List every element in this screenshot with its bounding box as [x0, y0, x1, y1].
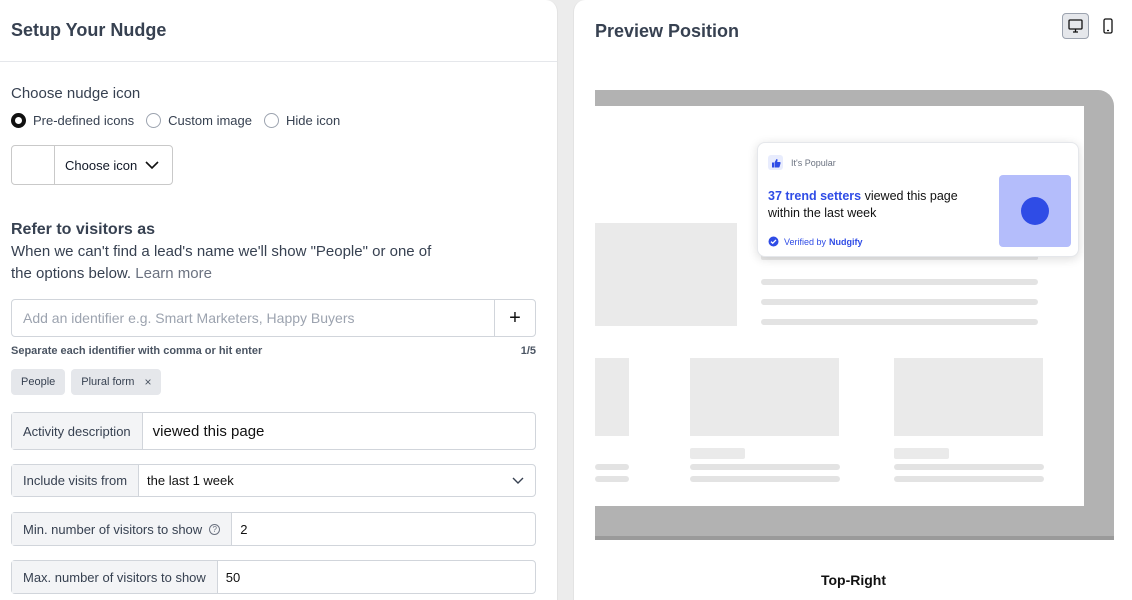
- desktop-view-button[interactable]: [1062, 13, 1089, 39]
- mobile-icon: [1102, 18, 1113, 34]
- identifier-tags: People Plural form ×: [11, 369, 536, 395]
- preview-panel: Preview Position It's Popular 37 trend s…: [573, 0, 1132, 600]
- min-visitors-input[interactable]: 2: [232, 513, 535, 545]
- preview-header: Preview Position: [574, 0, 1132, 62]
- placeholder-card-image: [595, 358, 629, 436]
- placeholder-card-image: [894, 358, 1043, 436]
- include-visits-label: Include visits from: [12, 465, 140, 496]
- placeholder-card-title: [690, 448, 745, 459]
- placeholder-line: [761, 299, 1038, 305]
- placeholder-card-title: [894, 448, 949, 459]
- radio-circle-selected[interactable]: [11, 113, 26, 128]
- tag-label: Plural form: [81, 376, 135, 388]
- nudge-badge: It's Popular: [768, 155, 836, 170]
- check-badge-icon: [768, 236, 779, 247]
- verified-brand: Nudgify: [829, 236, 863, 247]
- choose-icon-dropdown[interactable]: Choose icon: [55, 146, 159, 184]
- position-label: Top-Right: [820, 572, 887, 588]
- chevron-down-icon: [512, 477, 524, 484]
- visitors-section-title: Refer to visitors as: [11, 221, 156, 238]
- learn-more-link[interactable]: Learn more: [135, 265, 212, 282]
- radio-hide-icon[interactable]: Hide icon: [263, 113, 341, 128]
- radio-label: Hide icon: [285, 113, 341, 128]
- radio-label: Pre-defined icons: [33, 113, 135, 128]
- identifier-count: 1/5: [520, 345, 536, 357]
- add-identifier-button[interactable]: +: [494, 300, 535, 336]
- preview-title: Preview Position: [595, 20, 740, 41]
- placeholder-line: [690, 476, 840, 482]
- radio-circle[interactable]: [263, 113, 279, 128]
- nudge-verified: Verified by Nudgify: [768, 236, 863, 247]
- min-visitors-label: Min. number of visitors to show ?: [12, 513, 233, 545]
- radio-custom-image[interactable]: Custom image: [146, 113, 252, 128]
- tag-label: People: [21, 376, 56, 388]
- desktop-icon: [1068, 19, 1083, 33]
- visitors-description-text: When we can't find a lead's name we'll s…: [11, 243, 432, 282]
- tag-plural-form: Plural form ×: [71, 369, 162, 395]
- nudge-image-dot: [1021, 197, 1049, 225]
- include-visits-value: the last 1 week: [147, 473, 234, 488]
- icon-section-label: Choose nudge icon: [11, 85, 141, 102]
- min-visitors-field: Min. number of visitors to show ? 2: [11, 512, 536, 546]
- setup-header: Setup Your Nudge: [0, 0, 557, 62]
- placeholder-line: [894, 476, 1044, 482]
- icon-type-radios: Pre-defined icons Custom image Hide icon: [11, 113, 536, 128]
- thumbs-up-icon: [768, 155, 783, 170]
- setup-title: Setup Your Nudge: [11, 20, 167, 40]
- radio-predefined-icons[interactable]: Pre-defined icons: [11, 113, 134, 128]
- setup-panel: Setup Your Nudge Choose nudge icon Pre-d…: [0, 0, 558, 600]
- min-visitors-label-text: Min. number of visitors to show: [23, 521, 203, 537]
- mobile-view-button[interactable]: [1094, 13, 1121, 39]
- nudge-badge-label: It's Popular: [791, 157, 836, 168]
- placeholder-image: [595, 223, 737, 326]
- nudge-message: 37 trend setters viewed this page within…: [768, 188, 983, 222]
- radio-label: Custom image: [168, 113, 252, 128]
- icon-preview-swatch: [12, 146, 55, 184]
- nudge-preview-card: It's Popular 37 trend setters viewed thi…: [757, 142, 1079, 257]
- preview-device-frame: It's Popular 37 trend setters viewed thi…: [595, 90, 1114, 540]
- choose-icon-label: Choose icon: [65, 157, 138, 173]
- verified-prefix: Verified by: [784, 236, 827, 247]
- nudge-image: [999, 175, 1071, 247]
- placeholder-line: [761, 279, 1038, 285]
- include-visits-select[interactable]: the last 1 week: [139, 465, 535, 496]
- radio-circle[interactable]: [146, 113, 162, 128]
- placeholder-line: [761, 319, 1038, 325]
- activity-description-field: Activity description viewed this page: [11, 412, 536, 450]
- icon-picker: Choose icon: [11, 145, 173, 185]
- activity-description-input[interactable]: viewed this page: [143, 413, 535, 449]
- placeholder-card-image: [690, 358, 839, 436]
- identifier-hint-row: Separate each identifier with comma or h…: [11, 345, 536, 357]
- close-icon[interactable]: ×: [144, 375, 151, 389]
- visitors-description: When we can't find a lead's name we'll s…: [11, 241, 441, 285]
- help-icon[interactable]: ?: [209, 523, 221, 535]
- placeholder-line: [690, 464, 840, 470]
- include-visits-field: Include visits from the last 1 week: [11, 464, 536, 497]
- max-visitors-label: Max. number of visitors to show: [12, 561, 218, 593]
- tag-people: People: [11, 369, 66, 395]
- max-visitors-field: Max. number of visitors to show 50: [11, 560, 536, 594]
- identifier-input-row: +: [11, 299, 536, 337]
- identifier-hint: Separate each identifier with comma or h…: [11, 345, 263, 357]
- placeholder-line: [894, 464, 1044, 470]
- nudge-highlight: 37 trend setters: [768, 189, 862, 203]
- max-visitors-input[interactable]: 50: [218, 561, 535, 593]
- activity-description-label: Activity description: [12, 413, 143, 449]
- identifier-input[interactable]: [12, 300, 494, 336]
- placeholder-line: [595, 464, 629, 470]
- preview-screen: It's Popular 37 trend setters viewed thi…: [595, 106, 1084, 506]
- device-bottom-edge: [595, 536, 1114, 540]
- placeholder-line: [595, 476, 629, 482]
- chevron-down-icon: [145, 160, 159, 169]
